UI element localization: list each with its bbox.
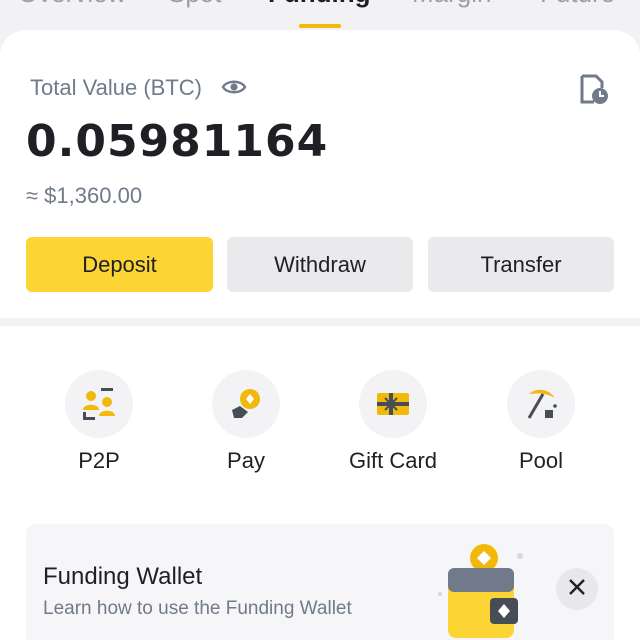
service-pool[interactable]: Pool: [481, 370, 601, 480]
service-gift-card[interactable]: Gift Card: [333, 370, 453, 480]
close-icon: [568, 578, 586, 601]
service-label: Pool: [518, 448, 564, 473]
eye-icon[interactable]: [221, 77, 247, 97]
tab-spot[interactable]: Spot: [168, 0, 222, 9]
service-label: Pay: [227, 448, 265, 473]
service-label: Gift Card: [348, 448, 438, 473]
promo-title: Funding Wallet: [43, 563, 203, 590]
gift-card-icon: [359, 370, 427, 438]
promo-subtitle[interactable]: Learn how to use the Funding Wallet: [43, 598, 352, 620]
usd-balance-value: ≈ $1,360.00: [26, 183, 143, 208]
active-tab-indicator: [299, 24, 341, 28]
wallet-illustration-icon: [434, 540, 534, 640]
tab-funding[interactable]: Funding: [268, 0, 371, 9]
tab-margin[interactable]: Margin: [412, 0, 491, 9]
pool-icon: [507, 370, 575, 438]
withdraw-button[interactable]: Withdraw: [227, 237, 413, 292]
tab-overview[interactable]: Overview: [18, 0, 126, 9]
p2p-icon: [65, 370, 133, 438]
tab-future[interactable]: Future: [540, 0, 615, 9]
history-icon[interactable]: [578, 72, 612, 106]
service-pay[interactable]: Pay: [186, 370, 306, 480]
pay-icon: [212, 370, 280, 438]
close-banner-button[interactable]: [556, 568, 598, 610]
deposit-button[interactable]: Deposit: [26, 237, 213, 292]
service-label: P2P: [78, 448, 120, 473]
service-p2p[interactable]: P2P: [39, 370, 159, 480]
transfer-button[interactable]: Transfer: [428, 237, 614, 292]
total-value-label: Total Value (BTC): [30, 75, 202, 100]
btc-balance-value: 0.05981164: [26, 116, 329, 167]
